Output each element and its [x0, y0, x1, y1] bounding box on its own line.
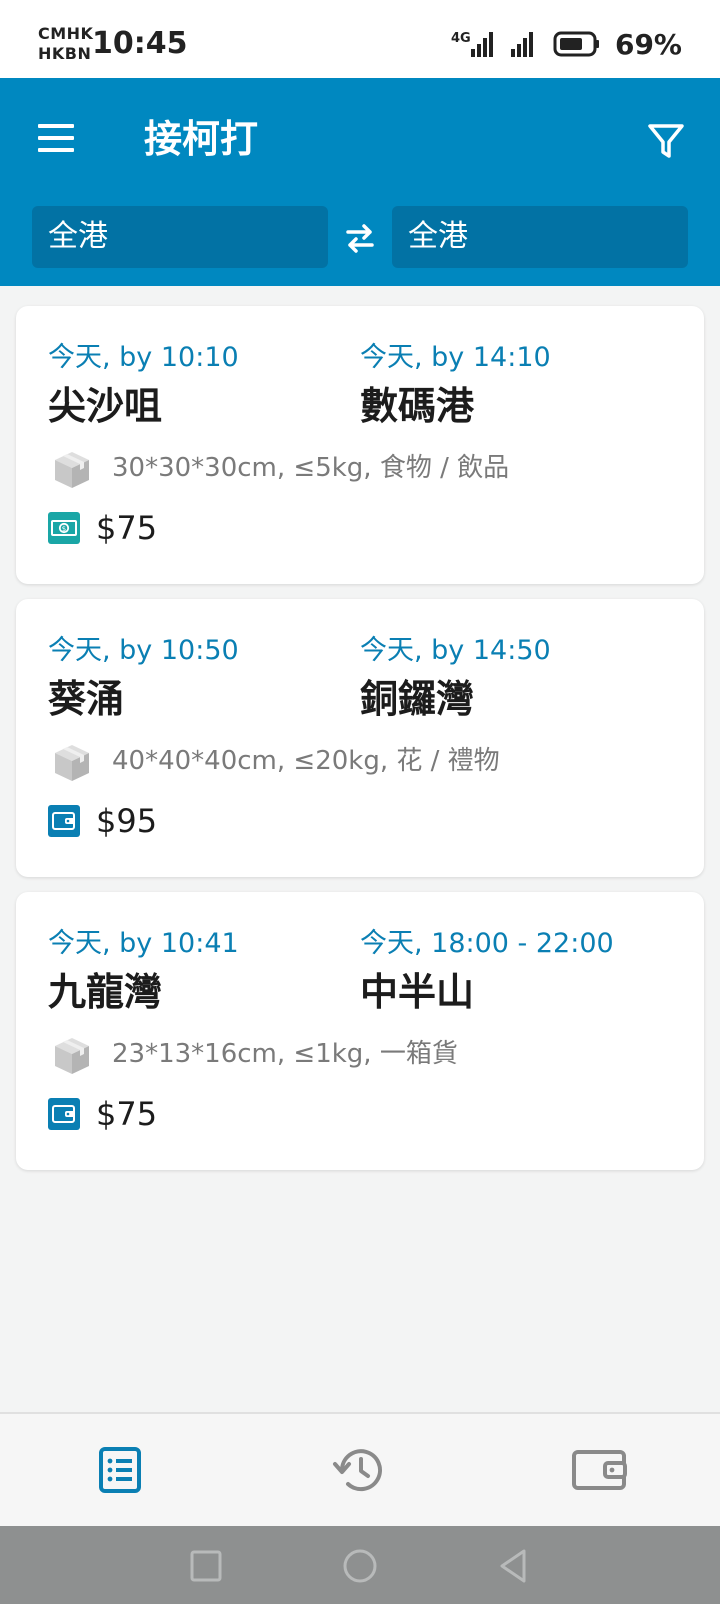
recent-apps-icon[interactable] — [186, 1546, 226, 1586]
to-region-select[interactable]: 全港 — [392, 206, 688, 268]
svg-text:4G: 4G — [451, 31, 471, 46]
pickup-place: 葵涌 — [48, 677, 125, 721]
pickup-place: 尖沙咀 — [48, 384, 163, 428]
status-time: 10:45 — [92, 26, 188, 61]
bottom-nav — [0, 1412, 720, 1526]
back-icon[interactable] — [494, 1546, 534, 1586]
package-info: 30*30*30cm, ≤5kg, 食物 / 飲品 — [112, 453, 510, 483]
svg-text:$: $ — [62, 525, 66, 533]
list-icon — [99, 1447, 141, 1493]
pickup-time: 今天, by 10:50 — [48, 635, 239, 666]
wallet-icon — [572, 1450, 627, 1490]
dropoff-place: 數碼港 — [360, 384, 475, 428]
nav-wallet[interactable] — [570, 1442, 630, 1498]
price: $95 — [96, 802, 158, 840]
order-card[interactable]: 今天, by 10:41 今天, 18:00 - 22:00 九龍灣 中半山 2… — [16, 892, 704, 1170]
order-card[interactable]: 今天, by 10:10 今天, by 14:10 尖沙咀 數碼港 30*30*… — [16, 306, 704, 584]
app-bar: 接柯打 全港 全港 — [0, 78, 720, 286]
pickup-place: 九龍灣 — [48, 970, 163, 1014]
status-icons: 4G 69% — [451, 26, 682, 62]
cash-icon: $ — [48, 512, 80, 544]
from-region-select[interactable]: 全港 — [32, 206, 328, 268]
carrier-line1: CMHK — [38, 24, 94, 43]
history-icon — [333, 1449, 382, 1492]
package-icon — [55, 1038, 89, 1074]
cellular-signal-icon — [510, 32, 533, 57]
battery-icon — [553, 31, 599, 57]
price: $75 — [96, 509, 158, 547]
package-info: 40*40*40cm, ≤20kg, 花 / 禮物 — [112, 746, 500, 776]
pickup-time: 今天, by 10:41 — [48, 928, 239, 959]
battery-percent: 69% — [614, 27, 682, 61]
system-nav-bar — [0, 1526, 720, 1604]
price: $75 — [96, 1095, 158, 1133]
dropoff-place: 銅鑼灣 — [360, 677, 475, 721]
nav-orders-list[interactable] — [90, 1442, 150, 1498]
nav-history[interactable] — [330, 1442, 390, 1498]
cellular-4g-icon: 4G — [451, 31, 493, 57]
wallet-icon — [48, 1098, 80, 1130]
status-bar: CMHK HKBN 10:45 4G 69% — [0, 0, 720, 78]
carrier-label: CMHK HKBN — [38, 24, 93, 64]
order-card[interactable]: 今天, by 10:50 今天, by 14:50 葵涌 銅鑼灣 40*40*4… — [16, 599, 704, 877]
carrier-line2: HKBN — [38, 44, 92, 63]
pickup-time: 今天, by 10:10 — [48, 342, 239, 373]
filter-icon[interactable] — [644, 118, 688, 162]
home-icon[interactable] — [340, 1546, 380, 1586]
dropoff-time: 今天, by 14:50 — [360, 635, 551, 666]
package-icon — [55, 452, 89, 488]
menu-icon[interactable] — [34, 116, 78, 160]
swap-icon[interactable] — [342, 220, 378, 256]
package-icon — [55, 745, 89, 781]
dropoff-time: 今天, by 14:10 — [360, 342, 551, 373]
wallet-icon — [48, 805, 80, 837]
dropoff-place: 中半山 — [360, 970, 475, 1014]
page-title: 接柯打 — [144, 117, 259, 161]
dropoff-time: 今天, 18:00 - 22:00 — [360, 928, 614, 959]
package-info: 23*13*16cm, ≤1kg, 一箱貨 — [112, 1039, 458, 1069]
